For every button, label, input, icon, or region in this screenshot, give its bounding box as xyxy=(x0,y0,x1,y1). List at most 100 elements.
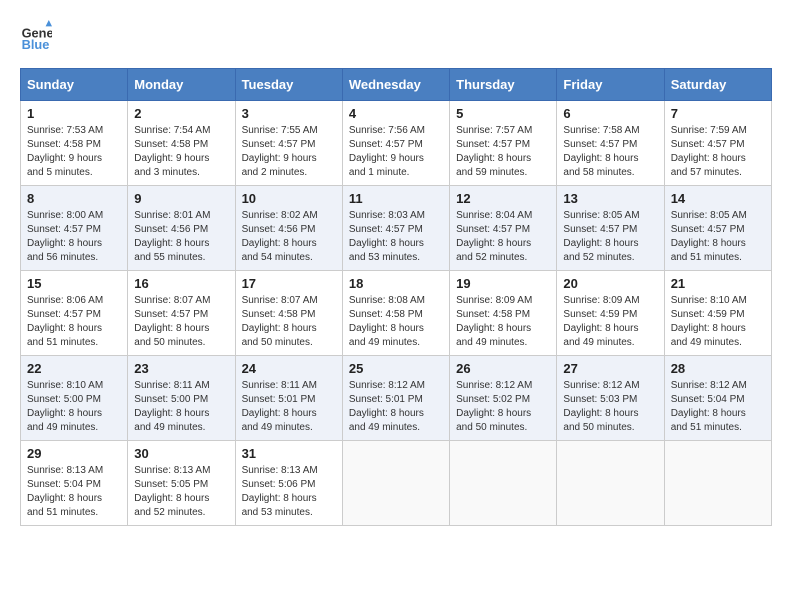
calendar-week-3: 15 Sunrise: 8:06 AMSunset: 4:57 PMDayligh… xyxy=(21,271,772,356)
calendar-cell: 27 Sunrise: 8:12 AMSunset: 5:03 PMDayligh… xyxy=(557,356,664,441)
day-detail: Sunrise: 8:13 AMSunset: 5:04 PMDaylight:… xyxy=(27,464,121,520)
day-number: 23 xyxy=(134,361,228,376)
day-detail: Sunrise: 8:12 AMSunset: 5:03 PMDaylight:… xyxy=(563,379,657,435)
calendar-cell: 20 Sunrise: 8:09 AMSunset: 4:59 PMDayligh… xyxy=(557,271,664,356)
calendar-cell: 31 Sunrise: 8:13 AMSunset: 5:06 PMDayligh… xyxy=(235,441,342,526)
day-detail: Sunrise: 7:59 AMSunset: 4:57 PMDaylight:… xyxy=(671,124,765,180)
calendar-cell: 7 Sunrise: 7:59 AMSunset: 4:57 PMDaylight… xyxy=(664,101,771,186)
calendar-cell xyxy=(342,441,449,526)
logo-icon: General Blue xyxy=(20,20,52,52)
calendar-header-tuesday: Tuesday xyxy=(235,69,342,101)
day-number: 27 xyxy=(563,361,657,376)
day-number: 6 xyxy=(563,106,657,121)
day-detail: Sunrise: 8:13 AMSunset: 5:05 PMDaylight:… xyxy=(134,464,228,520)
day-detail: Sunrise: 8:02 AMSunset: 4:56 PMDaylight:… xyxy=(242,209,336,265)
day-number: 8 xyxy=(27,191,121,206)
day-number: 4 xyxy=(349,106,443,121)
day-detail: Sunrise: 7:55 AMSunset: 4:57 PMDaylight:… xyxy=(242,124,336,180)
calendar-header-friday: Friday xyxy=(557,69,664,101)
day-detail: Sunrise: 8:09 AMSunset: 4:58 PMDaylight:… xyxy=(456,294,550,350)
calendar-cell: 8 Sunrise: 8:00 AMSunset: 4:57 PMDaylight… xyxy=(21,186,128,271)
calendar-cell xyxy=(450,441,557,526)
calendar-header-wednesday: Wednesday xyxy=(342,69,449,101)
day-detail: Sunrise: 8:01 AMSunset: 4:56 PMDaylight:… xyxy=(134,209,228,265)
day-detail: Sunrise: 8:13 AMSunset: 5:06 PMDaylight:… xyxy=(242,464,336,520)
day-number: 29 xyxy=(27,446,121,461)
calendar-cell: 12 Sunrise: 8:04 AMSunset: 4:57 PMDayligh… xyxy=(450,186,557,271)
calendar-cell: 1Sunrise: 7:53 AMSunset: 4:58 PMDaylight… xyxy=(21,101,128,186)
day-number: 3 xyxy=(242,106,336,121)
day-detail: Sunrise: 8:04 AMSunset: 4:57 PMDaylight:… xyxy=(456,209,550,265)
calendar-cell: 30 Sunrise: 8:13 AMSunset: 5:05 PMDayligh… xyxy=(128,441,235,526)
day-detail: Sunrise: 8:07 AMSunset: 4:58 PMDaylight:… xyxy=(242,294,336,350)
calendar-header-saturday: Saturday xyxy=(664,69,771,101)
day-detail: Sunrise: 8:10 AMSunset: 4:59 PMDaylight:… xyxy=(671,294,765,350)
day-number: 17 xyxy=(242,276,336,291)
calendar-cell: 16Sunrise: 8:07 AMSunset: 4:57 PMDayligh… xyxy=(128,271,235,356)
calendar-cell: 14Sunrise: 8:05 AMSunset: 4:57 PMDayligh… xyxy=(664,186,771,271)
day-number: 28 xyxy=(671,361,765,376)
calendar-cell: 3 Sunrise: 7:55 AMSunset: 4:57 PMDaylight… xyxy=(235,101,342,186)
calendar-cell: 10 Sunrise: 8:02 AMSunset: 4:56 PMDayligh… xyxy=(235,186,342,271)
day-detail: Sunrise: 8:05 AMSunset: 4:57 PMDaylight:… xyxy=(671,209,765,265)
day-detail: Sunrise: 8:10 AMSunset: 5:00 PMDaylight:… xyxy=(27,379,121,435)
day-number: 26 xyxy=(456,361,550,376)
day-detail: Sunrise: 8:08 AMSunset: 4:58 PMDaylight:… xyxy=(349,294,443,350)
calendar-cell: 26 Sunrise: 8:12 AMSunset: 5:02 PMDayligh… xyxy=(450,356,557,441)
calendar-cell: 9 Sunrise: 8:01 AMSunset: 4:56 PMDaylight… xyxy=(128,186,235,271)
calendar-cell: 5 Sunrise: 7:57 AMSunset: 4:57 PMDaylight… xyxy=(450,101,557,186)
day-detail: Sunrise: 8:11 AMSunset: 5:01 PMDaylight:… xyxy=(242,379,336,435)
day-detail: Sunrise: 8:12 AMSunset: 5:02 PMDaylight:… xyxy=(456,379,550,435)
calendar-cell: 11 Sunrise: 8:03 AMSunset: 4:57 PMDayligh… xyxy=(342,186,449,271)
day-number: 22 xyxy=(27,361,121,376)
calendar-cell: 6 Sunrise: 7:58 AMSunset: 4:57 PMDaylight… xyxy=(557,101,664,186)
day-detail: Sunrise: 8:12 AMSunset: 5:01 PMDaylight:… xyxy=(349,379,443,435)
day-number: 9 xyxy=(134,191,228,206)
svg-text:Blue: Blue xyxy=(22,37,50,52)
calendar-cell: 18Sunrise: 8:08 AMSunset: 4:58 PMDayligh… xyxy=(342,271,449,356)
calendar-cell: 29 Sunrise: 8:13 AMSunset: 5:04 PMDayligh… xyxy=(21,441,128,526)
header: General Blue xyxy=(20,20,772,52)
day-detail: Sunrise: 8:12 AMSunset: 5:04 PMDaylight:… xyxy=(671,379,765,435)
calendar-header-monday: Monday xyxy=(128,69,235,101)
day-detail: Sunrise: 8:03 AMSunset: 4:57 PMDaylight:… xyxy=(349,209,443,265)
day-number: 24 xyxy=(242,361,336,376)
calendar-header-sunday: Sunday xyxy=(21,69,128,101)
day-detail: Sunrise: 8:00 AMSunset: 4:57 PMDaylight:… xyxy=(27,209,121,265)
day-number: 25 xyxy=(349,361,443,376)
calendar-cell xyxy=(664,441,771,526)
calendar-cell: 4Sunrise: 7:56 AMSunset: 4:57 PMDaylight… xyxy=(342,101,449,186)
calendar-cell: 28 Sunrise: 8:12 AMSunset: 5:04 PMDayligh… xyxy=(664,356,771,441)
day-number: 12 xyxy=(456,191,550,206)
calendar-header-row: SundayMondayTuesdayWednesdayThursdayFrid… xyxy=(21,69,772,101)
day-number: 15 xyxy=(27,276,121,291)
calendar-cell: 2Sunrise: 7:54 AMSunset: 4:58 PMDaylight… xyxy=(128,101,235,186)
calendar-week-4: 22 Sunrise: 8:10 AMSunset: 5:00 PMDayligh… xyxy=(21,356,772,441)
calendar-cell: 15 Sunrise: 8:06 AMSunset: 4:57 PMDayligh… xyxy=(21,271,128,356)
calendar-cell: 21 Sunrise: 8:10 AMSunset: 4:59 PMDayligh… xyxy=(664,271,771,356)
day-number: 10 xyxy=(242,191,336,206)
day-number: 31 xyxy=(242,446,336,461)
day-number: 20 xyxy=(563,276,657,291)
day-detail: Sunrise: 8:05 AMSunset: 4:57 PMDaylight:… xyxy=(563,209,657,265)
day-detail: Sunrise: 8:07 AMSunset: 4:57 PMDaylight:… xyxy=(134,294,228,350)
day-detail: Sunrise: 7:53 AMSunset: 4:58 PMDaylight:… xyxy=(27,124,121,180)
day-detail: Sunrise: 7:58 AMSunset: 4:57 PMDaylight:… xyxy=(563,124,657,180)
day-number: 21 xyxy=(671,276,765,291)
day-detail: Sunrise: 8:11 AMSunset: 5:00 PMDaylight:… xyxy=(134,379,228,435)
day-detail: Sunrise: 8:09 AMSunset: 4:59 PMDaylight:… xyxy=(563,294,657,350)
logo: General Blue xyxy=(20,20,56,52)
day-number: 11 xyxy=(349,191,443,206)
calendar-cell: 22 Sunrise: 8:10 AMSunset: 5:00 PMDayligh… xyxy=(21,356,128,441)
day-detail: Sunrise: 7:57 AMSunset: 4:57 PMDaylight:… xyxy=(456,124,550,180)
calendar-week-1: 1Sunrise: 7:53 AMSunset: 4:58 PMDaylight… xyxy=(21,101,772,186)
calendar-cell: 13Sunrise: 8:05 AMSunset: 4:57 PMDayligh… xyxy=(557,186,664,271)
day-number: 30 xyxy=(134,446,228,461)
calendar-week-5: 29 Sunrise: 8:13 AMSunset: 5:04 PMDayligh… xyxy=(21,441,772,526)
calendar-cell: 25 Sunrise: 8:12 AMSunset: 5:01 PMDayligh… xyxy=(342,356,449,441)
calendar-cell: 23 Sunrise: 8:11 AMSunset: 5:00 PMDayligh… xyxy=(128,356,235,441)
day-number: 5 xyxy=(456,106,550,121)
day-number: 7 xyxy=(671,106,765,121)
calendar: SundayMondayTuesdayWednesdayThursdayFrid… xyxy=(20,68,772,526)
day-detail: Sunrise: 8:06 AMSunset: 4:57 PMDaylight:… xyxy=(27,294,121,350)
